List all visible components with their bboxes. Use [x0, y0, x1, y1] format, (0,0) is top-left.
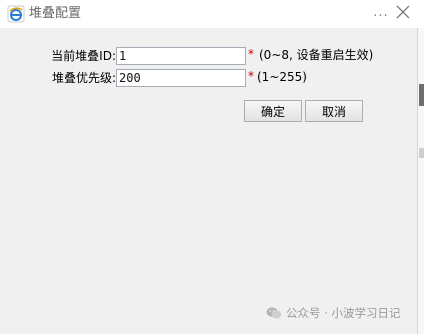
wechat-icon: [266, 307, 282, 319]
ok-button[interactable]: 确定: [244, 100, 302, 122]
stack-id-hint: (0~8, 设备重启生效): [259, 48, 374, 62]
window-right-edge: [417, 28, 424, 334]
dialog-titlebar: 堆叠配置 ...: [0, 0, 424, 28]
close-icon[interactable]: [396, 5, 410, 19]
stack-id-input[interactable]: [116, 47, 246, 65]
stack-priority-input[interactable]: [116, 69, 246, 87]
scrollbar-thumb[interactable]: [419, 84, 424, 106]
ie-browser-icon: [7, 5, 25, 23]
stack-priority-required-mark: *: [248, 69, 254, 83]
watermark-text: 公众号 · 小波学习日记: [286, 306, 401, 320]
dialog-title: 堆叠配置: [29, 6, 82, 21]
stack-priority-label: 堆叠优先级:: [51, 71, 116, 85]
more-options-button[interactable]: ...: [372, 3, 390, 23]
window-edge-divider: [417, 28, 418, 334]
scrollbar-track-mark: [419, 148, 424, 158]
stack-priority-hint: (1~255): [257, 70, 307, 84]
stack-id-required-mark: *: [248, 47, 254, 61]
cancel-button[interactable]: 取消: [305, 100, 363, 122]
stack-id-label: 当前堆叠ID:: [51, 49, 116, 63]
